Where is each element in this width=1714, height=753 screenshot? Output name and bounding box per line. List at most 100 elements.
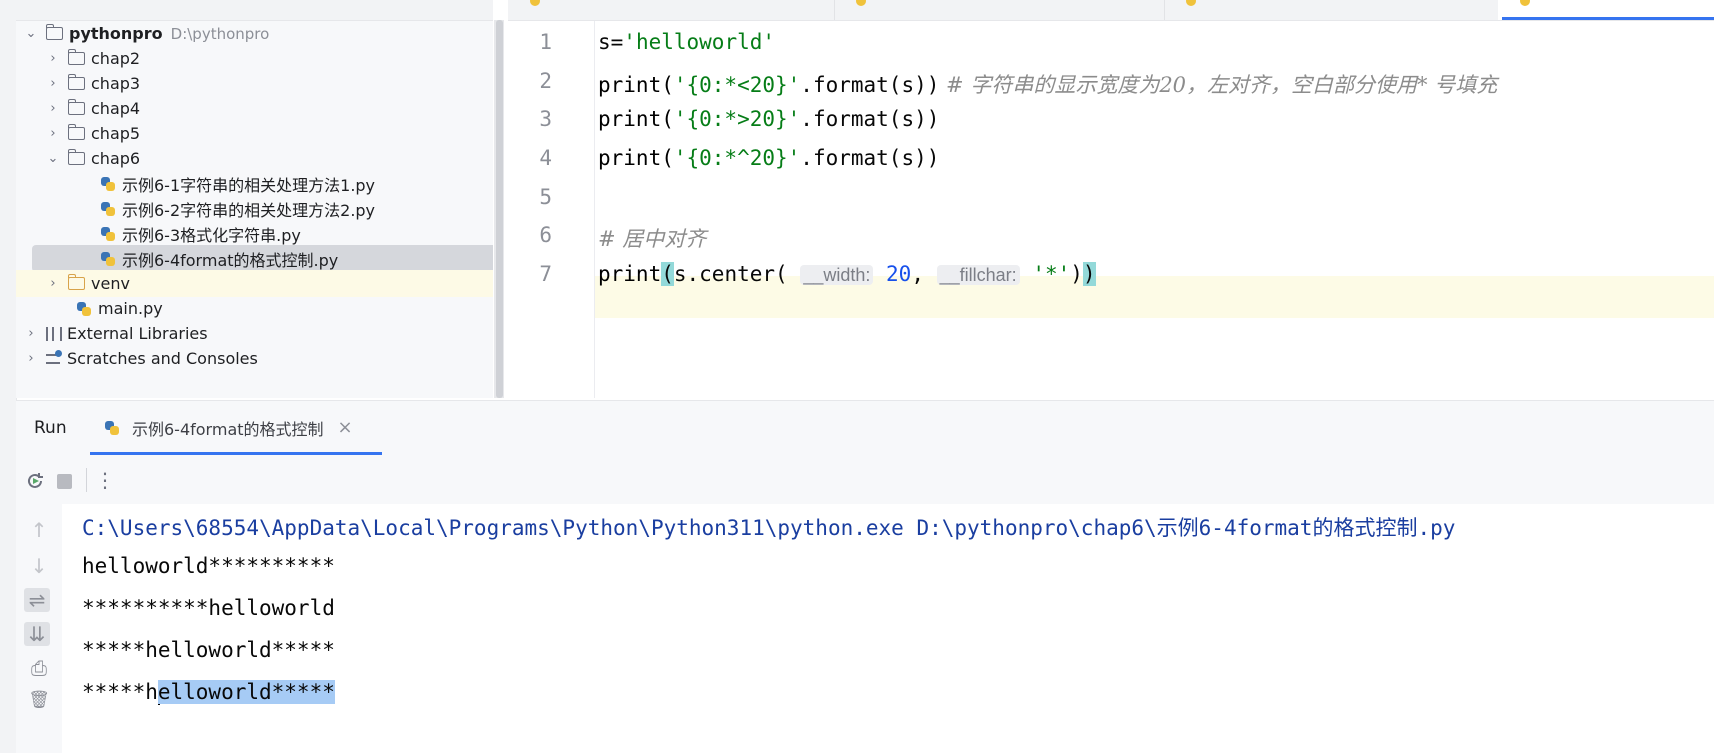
tree-item-label: pythonpro [69,24,163,43]
tree-item-venv[interactable]: › venv [16,270,493,297]
python-file-icon [104,420,120,436]
code-line-3[interactable]: print('{0:*>20}'.format(s)) [598,107,939,131]
line-number: 4 [539,146,552,170]
tree-item-file[interactable]: 示例6-1字符串的相关处理方法1.py [16,170,493,197]
code-token: s.center( [673,262,801,286]
active-tab-indicator [1502,17,1714,20]
tree-item-pythonpro[interactable]: ⌄ pythonpro D:\pythonpro [16,20,493,47]
editor-tab[interactable] [508,0,835,20]
tree-item-scratches[interactable]: › Scratches and Consoles [16,345,493,372]
chevron-right-icon[interactable]: › [22,351,40,366]
tree-item-label: main.py [98,299,163,318]
tree-item-chap3[interactable]: › chap3 [16,70,493,97]
stop-icon[interactable] [57,474,72,489]
tree-item-label: 示例6-4format的格式控制.py [122,250,339,270]
run-panel-title: Run [34,418,67,438]
scroll-to-end-icon[interactable]: ⇊ [24,622,50,646]
tree-item-chap4[interactable]: › chap4 [16,95,493,122]
chevron-right-icon[interactable]: › [44,276,62,291]
tree-item-label: chap5 [91,124,141,143]
code-line-6[interactable]: # 居中对齐 [598,223,706,253]
arrow-up-icon[interactable]: ↑ [26,518,52,542]
folder-icon [45,24,63,40]
code-line-4[interactable]: print('{0:*^20}'.format(s)) [598,146,939,170]
chevron-right-icon[interactable]: › [44,126,62,141]
code-token: .format(s)) [800,73,940,97]
matched-paren: ) [1082,262,1096,286]
python-file-icon [100,251,116,267]
python-file-icon [100,201,116,217]
soft-wrap-icon[interactable]: ⇌ [24,588,50,612]
tree-item-main[interactable]: main.py [16,295,493,322]
trash-icon[interactable]: 🗑 [26,690,52,710]
tree-item-file-selected[interactable]: 示例6-4format的格式控制.py [32,245,493,272]
rerun-icon[interactable] [24,470,46,492]
folder-icon [67,124,85,140]
output-text: *****h [82,680,158,704]
code-token: print( [598,107,674,131]
left-tool-strip [0,0,17,753]
tree-item-label: chap6 [91,149,141,168]
chevron-right-icon[interactable]: › [44,76,62,91]
code-token: print [598,262,662,286]
tree-scrollbar[interactable] [496,20,503,398]
code-token: s= [598,30,624,54]
folder-icon [67,274,85,290]
code-token: print( [598,146,674,170]
editor-tab[interactable] [1164,0,1499,20]
folder-icon [67,74,85,90]
code-comment: # 居中对齐 [598,227,707,251]
tree-item-label: 示例6-2字符串的相关处理方法2.py [122,200,376,220]
tree-item-label: 示例6-1字符串的相关处理方法1.py [122,175,376,195]
code-line-1[interactable]: s='helloworld' [598,30,775,54]
tree-item-label: External Libraries [67,324,208,343]
python-file-icon [530,0,540,6]
chevron-right-icon[interactable]: › [44,51,62,66]
tree-item-file[interactable]: 示例6-2字符串的相关处理方法2.py [16,195,493,222]
line-number: 2 [539,69,552,93]
line-number: 1 [539,30,552,54]
tree-item-external-libraries[interactable]: › External Libraries [16,320,493,347]
python-file-icon [76,301,92,317]
console-output-line: **********helloworld [82,596,335,620]
tree-item-chap6[interactable]: ⌄ chap6 [16,145,493,172]
tree-item-label: chap4 [91,99,141,118]
line-number: 5 [539,185,552,209]
print-icon[interactable]: ⎙ [26,656,52,680]
run-tab[interactable]: 示例6-4format的格式控制 × [90,400,382,455]
editor-tab[interactable] [834,0,1165,20]
python-file-icon [1186,0,1196,6]
line-number: 7 [539,262,552,286]
chevron-right-icon[interactable]: › [44,101,62,116]
line-number: 3 [539,107,552,131]
chevron-down-icon[interactable]: ⌄ [22,26,40,41]
more-options-icon[interactable]: ⋮ [92,468,118,492]
code-comment: # 字符串的显示宽度为20，左对齐，空白部分使用* 号填充 [939,73,1498,97]
code-line-7[interactable]: print(s.center( __width: 20, __fillchar:… [598,262,1096,286]
tree-item-label: chap3 [91,74,141,93]
tree-item-file[interactable]: 示例6-3格式化字符串.py [16,220,493,247]
folder-icon [67,99,85,115]
code-number: 20 [886,262,912,286]
close-icon[interactable]: × [338,417,353,438]
run-toolbar: ⋮ [16,456,1714,504]
code-line-2[interactable]: print('{0:*<20}'.format(s)) # 字符串的显示宽度为2… [598,69,1497,99]
chevron-down-icon[interactable]: ⌄ [44,151,62,166]
tree-item-label: 示例6-3格式化字符串.py [122,225,301,245]
library-icon [46,326,62,341]
console-output-line: *****helloworld***** [82,680,335,705]
selected-text: elloworld***** [157,680,335,704]
tree-item-chap2[interactable]: › chap2 [16,45,493,72]
code-string: '{0:*>20}' [673,107,801,131]
python-file-icon [1520,0,1530,6]
arrow-down-icon[interactable]: ↓ [26,554,52,578]
tree-item-label: Scratches and Consoles [67,349,258,368]
code-token: print( [598,73,674,97]
console-output-line: *****helloworld***** [82,638,335,662]
chevron-right-icon[interactable]: › [22,326,40,341]
tree-item-chap5[interactable]: › chap5 [16,120,493,147]
run-tab-label: 示例6-4format的格式控制 [132,419,324,439]
python-file-icon [100,226,116,242]
code-token: .format(s)) [800,107,940,131]
code-string: '*' [1032,262,1071,286]
